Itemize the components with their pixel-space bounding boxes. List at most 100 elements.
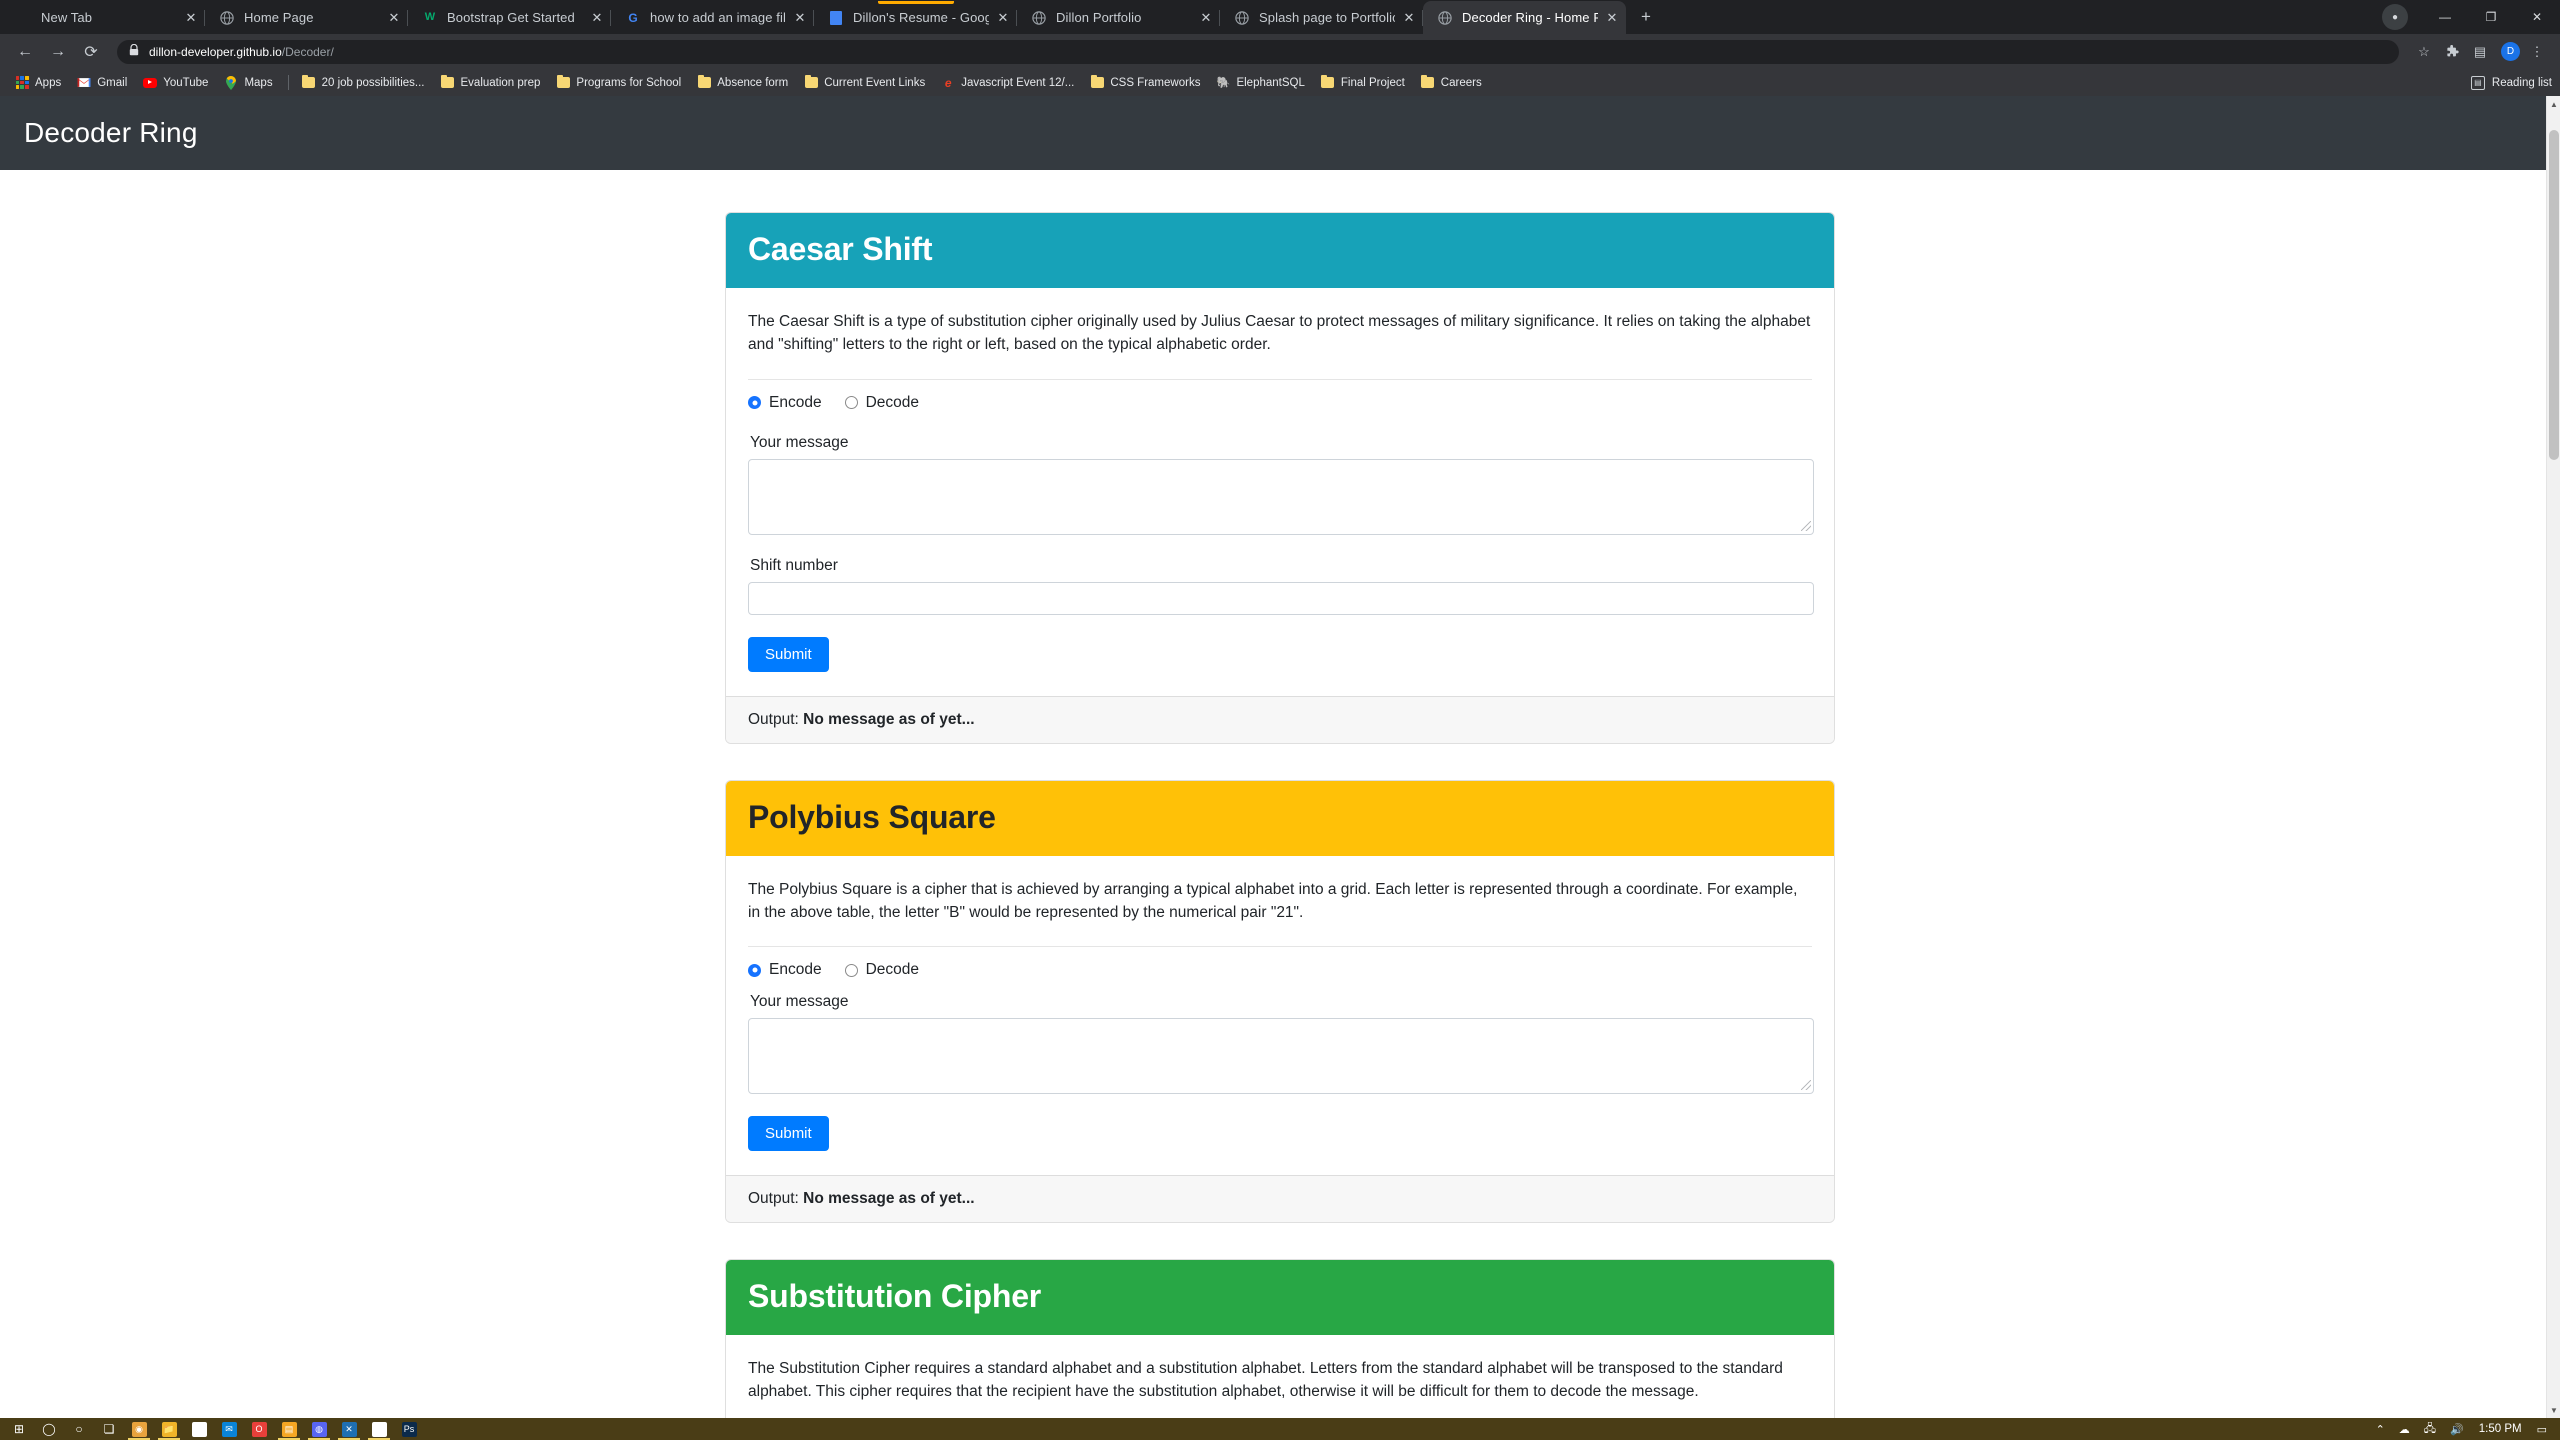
network-icon[interactable]: 🖧 xyxy=(2417,1418,2443,1440)
globe-icon xyxy=(219,10,235,26)
site-brand[interactable]: Decoder Ring xyxy=(24,117,198,149)
address-bar[interactable]: dillon-developer.github.io /Decoder/ xyxy=(117,39,2399,64)
bookmark-item-5[interactable]: Evaluation prep xyxy=(434,74,548,92)
mail-taskbar-icon[interactable]: ✉ xyxy=(214,1418,244,1440)
system-tray: ⌃ ☁ 🖧 🔊 1:50 PM ▭ xyxy=(2369,1418,2554,1440)
tab-close-icon[interactable]: ✕ xyxy=(587,8,607,28)
bookmark-item-3[interactable]: Maps xyxy=(217,74,279,92)
caesar-shift-body: The Caesar Shift is a type of substituti… xyxy=(726,288,1834,696)
browser-tab-3[interactable]: Ghow to add an image file to vscod ✕ xyxy=(611,1,814,34)
extensions-icon[interactable] xyxy=(2439,39,2465,65)
opera-taskbar-icon[interactable]: O xyxy=(244,1418,274,1440)
bookmark-item-2[interactable]: YouTube xyxy=(136,74,215,92)
photoshop-taskbar-icon[interactable]: Ps xyxy=(394,1418,424,1440)
browser-tab-1[interactable]: Home Page ✕ xyxy=(205,1,408,34)
task-view-button[interactable]: ❏ xyxy=(94,1418,124,1440)
bookmark-item-6[interactable]: Programs for School xyxy=(549,74,688,92)
browser-tab-7[interactable]: Decoder Ring - Home Page ✕ xyxy=(1423,1,1626,34)
polybius-encode-label: Encode xyxy=(769,961,822,978)
polybius-message-input[interactable] xyxy=(748,1018,1814,1094)
caesar-shift-number-input[interactable] xyxy=(748,581,1814,615)
bookmark-item-7[interactable]: Absence form xyxy=(690,74,795,92)
taskbar-clock[interactable]: 1:50 PM xyxy=(2471,1423,2530,1435)
polybius-square-title: Polybius Square xyxy=(748,798,996,835)
page-scrollbar[interactable]: ▲ ▼ xyxy=(2546,96,2560,1418)
polybius-decode-radio[interactable]: Decode xyxy=(844,961,919,979)
scroll-down-arrow-icon[interactable]: ▼ xyxy=(2547,1402,2560,1418)
bookmark-label: Careers xyxy=(1440,76,1482,89)
tab-title: how to add an image file to vscod xyxy=(650,10,786,25)
reading-list-icon: ▤ xyxy=(2470,75,2485,90)
notifications-icon[interactable]: ▭ xyxy=(2530,1418,2554,1440)
browser-tab-2[interactable]: W Bootstrap Get Started ✕ xyxy=(408,1,611,34)
onedrive-cloud-icon[interactable]: ☁ xyxy=(2392,1418,2417,1440)
bookmark-item-4[interactable]: 20 job possibilities... xyxy=(295,74,432,92)
bookmark-item-0[interactable]: Apps xyxy=(8,74,68,92)
bookmark-item-13[interactable]: Careers xyxy=(1414,74,1489,92)
bookmarks-divider xyxy=(287,75,289,90)
browser-tab-0[interactable]: New Tab ✕ xyxy=(2,1,205,34)
maximize-button[interactable]: ❐ xyxy=(2468,0,2514,34)
scroll-up-arrow-icon[interactable]: ▲ xyxy=(2547,96,2560,112)
volume-icon[interactable]: 🔊 xyxy=(2443,1418,2471,1440)
start-button[interactable]: ⊞ xyxy=(4,1418,34,1440)
account-avatar[interactable]: D xyxy=(2501,42,2520,61)
icon-glyph: O xyxy=(251,1421,267,1437)
file-explorer-taskbar-icon[interactable]: 📁 xyxy=(154,1418,184,1440)
bookmark-item-11[interactable]: 🐘 ElephantSQL xyxy=(1209,74,1311,92)
back-button[interactable]: ← xyxy=(10,37,40,67)
new-tab-button[interactable]: + xyxy=(1632,3,1660,31)
polybius-square-description: The Polybius Square is a cipher that is … xyxy=(748,880,1798,921)
slack-taskbar-icon[interactable]: ✳ xyxy=(364,1418,394,1440)
browser-tab-5[interactable]: Dillon Portfolio ✕ xyxy=(1017,1,1220,34)
tab-close-icon[interactable]: ✕ xyxy=(181,8,201,28)
microsoft-store-taskbar-icon[interactable]: 🛍 xyxy=(184,1418,214,1440)
bookmark-label: Maps xyxy=(244,76,273,89)
caesar-encode-radio[interactable]: Encode xyxy=(748,394,822,412)
reading-list-button[interactable]: ▤ Reading list xyxy=(2470,75,2552,90)
bookmark-item-10[interactable]: CSS Frameworks xyxy=(1083,74,1207,92)
caesar-decode-radio[interactable]: Decode xyxy=(844,394,919,412)
sticky-notes-taskbar-icon[interactable]: ▤ xyxy=(274,1418,304,1440)
icon-glyph: ◍ xyxy=(311,1421,327,1437)
browser-tab-4[interactable]: Dillon's Resume - Google Docs ✕ xyxy=(814,1,1017,34)
minimize-button[interactable]: — xyxy=(2422,0,2468,34)
caesar-shift-number-label: Shift number xyxy=(750,556,838,574)
scrollbar-thumb[interactable] xyxy=(2549,130,2559,460)
caesar-shift-card: Caesar Shift The Caesar Shift is a type … xyxy=(725,212,1835,744)
bookmark-star-icon[interactable]: ☆ xyxy=(2411,39,2437,65)
browser-tab-6[interactable]: Splash page to Portfolio ✕ xyxy=(1220,1,1423,34)
bookmark-label: Javascript Event 12/... xyxy=(961,76,1075,89)
tab-close-icon[interactable]: ✕ xyxy=(790,8,810,28)
polybius-encode-radio[interactable]: Encode xyxy=(748,961,822,979)
chrome-taskbar-icon[interactable]: ◉ xyxy=(124,1418,154,1440)
bookmark-item-1[interactable]: Gmail xyxy=(70,74,134,92)
caesar-submit-button[interactable]: Submit xyxy=(748,636,829,672)
bookmark-item-8[interactable]: Current Event Links xyxy=(797,74,932,92)
bookmark-item-12[interactable]: Final Project xyxy=(1314,74,1412,92)
polybius-submit-button[interactable]: Submit xyxy=(748,1116,829,1151)
cortana-button[interactable]: ○ xyxy=(64,1418,94,1440)
reload-button[interactable]: ⟳ xyxy=(76,37,106,67)
caesar-shift-header: Caesar Shift xyxy=(726,213,1834,288)
close-window-button[interactable]: ✕ xyxy=(2514,0,2560,34)
media-control-icon[interactable]: ▤ xyxy=(2467,39,2493,65)
discord-taskbar-icon[interactable]: ◍ xyxy=(304,1418,334,1440)
forward-button[interactable]: → xyxy=(43,37,73,67)
vscode-taskbar-icon[interactable]: ✕ xyxy=(334,1418,364,1440)
bookmark-label: Evaluation prep xyxy=(460,76,541,89)
tab-close-icon[interactable]: ✕ xyxy=(384,8,404,28)
caesar-message-input[interactable] xyxy=(748,458,1814,535)
tab-close-icon[interactable]: ✕ xyxy=(993,8,1013,28)
chrome-menu-icon[interactable]: ⋮ xyxy=(2524,39,2550,65)
apps-grid-icon xyxy=(15,76,29,90)
tab-close-icon[interactable]: ✕ xyxy=(1196,8,1216,28)
globe-icon xyxy=(1437,10,1453,26)
tab-close-icon[interactable]: ✕ xyxy=(1399,8,1419,28)
folder-icon xyxy=(697,75,711,90)
profile-chip[interactable]: ● xyxy=(2382,4,2408,30)
tray-overflow-icon[interactable]: ⌃ xyxy=(2369,1418,2392,1440)
search-button[interactable]: ◯ xyxy=(34,1418,64,1440)
tab-close-icon[interactable]: ✕ xyxy=(1602,8,1622,28)
bookmark-item-9[interactable]: e Javascript Event 12/... xyxy=(934,74,1081,92)
